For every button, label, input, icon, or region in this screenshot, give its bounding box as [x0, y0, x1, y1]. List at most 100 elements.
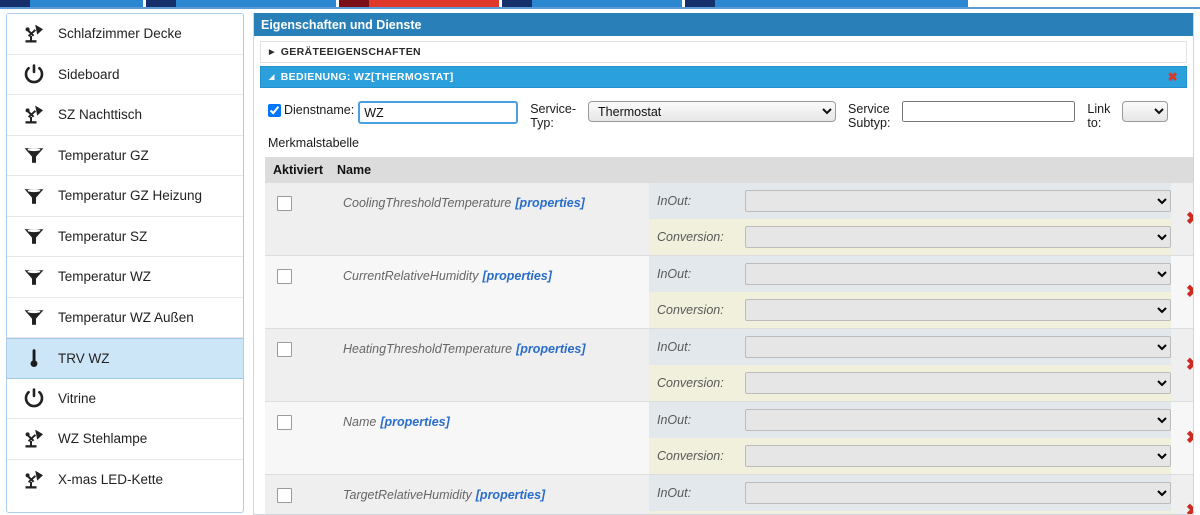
sidebar-item-label: WZ Stehlampe — [58, 431, 148, 447]
close-icon[interactable]: ✖ — [1168, 71, 1178, 83]
row-inout-subrow: InOut: — [649, 183, 1171, 219]
row-enabled-checkbox[interactable] — [277, 342, 292, 357]
service-subtyp-label: Service Subtyp: — [848, 101, 890, 130]
table-row: CurrentRelativeHumidity [properties] InOut… — [265, 256, 1193, 329]
row-delete-icon[interactable]: ✖ — [1171, 329, 1193, 401]
sidebar-item-temperatur-wz[interactable]: Temperatur WZ — [7, 257, 243, 298]
row-properties-link[interactable]: [properties] — [515, 196, 584, 210]
browser-tab-favicon — [339, 0, 369, 7]
device-list-sidebar[interactable]: Schlafzimmer Decke Sideboard SZ Nachttisch… — [6, 13, 244, 513]
row-fields-cell: InOut: Conversion: — [649, 475, 1171, 514]
row-enabled-checkbox[interactable] — [277, 415, 292, 430]
sidebar-item-sz-nachttisch[interactable]: SZ Nachttisch — [7, 95, 243, 136]
service-subtyp-label-line2: Subtyp: — [848, 116, 891, 130]
merkmalstabelle-label: Merkmalstabelle — [268, 136, 360, 150]
sidebar-item-temperatur-wz-au-en[interactable]: Temperatur WZ Außen — [7, 297, 243, 338]
row-delete-icon[interactable]: ✖ — [1171, 402, 1193, 474]
row-conv-select[interactable] — [745, 226, 1171, 248]
row-conv-subrow: Conversion: — [649, 365, 1171, 401]
accordion-service-bedienung[interactable]: ◢ BEDIENUNG: WZ[THERMOSTAT] ✖ — [260, 66, 1187, 88]
power-icon — [19, 384, 49, 412]
row-name-cell: TargetRelativeHumidity [properties] — [337, 475, 649, 514]
sidebar-item-temperatur-gz-heizung[interactable]: Temperatur GZ Heizung — [7, 176, 243, 217]
row-enabled-checkbox[interactable] — [277, 488, 292, 503]
sidebar-item-label: Temperatur SZ — [58, 228, 148, 244]
sidebar-item-trv-wz[interactable]: TRV WZ — [7, 338, 243, 379]
sidebar-item-schlafzimmer-decke[interactable]: Schlafzimmer Decke — [7, 14, 243, 55]
row-conv-subrow: Conversion: — [649, 511, 1171, 514]
row-enabled-cell — [265, 256, 337, 328]
row-enabled-cell — [265, 402, 337, 474]
row-inout-label: InOut: — [657, 194, 692, 208]
browser-tab-0[interactable] — [0, 0, 143, 7]
row-fields-cell: InOut: Conversion: — [649, 256, 1171, 328]
row-inout-select[interactable] — [745, 263, 1171, 285]
row-delete-icon[interactable]: ✖ — [1171, 475, 1193, 514]
sidebar-item-label: SZ Nachttisch — [58, 107, 143, 123]
row-enabled-checkbox[interactable] — [277, 269, 292, 284]
row-name-label: Name — [343, 415, 377, 429]
service-subtyp-input[interactable] — [902, 101, 1076, 122]
sidebar-item-wz-stehlampe[interactable]: WZ Stehlampe — [7, 419, 243, 460]
funnel-icon — [19, 182, 49, 210]
browser-tab-body — [30, 0, 143, 7]
window-top-border — [0, 7, 1200, 9]
browser-tab-favicon — [502, 0, 532, 7]
row-conv-select[interactable] — [745, 445, 1171, 467]
row-enabled-checkbox[interactable] — [277, 196, 292, 211]
row-properties-link[interactable]: [properties] — [482, 269, 551, 283]
browser-tab-4[interactable] — [685, 0, 968, 7]
sidebar-item-sideboard[interactable]: Sideboard — [7, 54, 243, 95]
dienstname-checkbox[interactable] — [268, 104, 281, 117]
sidebar-item-vitrine[interactable]: Vitrine — [7, 378, 243, 419]
browser-tab-favicon — [146, 0, 176, 7]
row-properties-link[interactable]: [properties] — [476, 488, 545, 502]
service-typ-label: Service- Typ: — [530, 101, 576, 130]
row-conv-select[interactable] — [745, 299, 1171, 321]
sidebar-item-label: Vitrine — [58, 390, 97, 406]
row-name-cell: CoolingThresholdTemperature [properties] — [337, 183, 649, 255]
sidebar-item-temperatur-gz[interactable]: Temperatur GZ — [7, 135, 243, 176]
dienstname-input[interactable] — [358, 101, 519, 124]
row-name-label: CoolingThresholdTemperature — [343, 196, 512, 210]
browser-tab-2[interactable] — [339, 0, 499, 7]
browser-tab-body — [176, 0, 336, 7]
funnel-icon — [19, 222, 49, 250]
row-inout-select[interactable] — [745, 409, 1171, 431]
service-form-row: Dienstname: Service- Typ: Thermostat Ser… — [260, 91, 1187, 130]
row-inout-select[interactable] — [745, 336, 1171, 358]
sidebar-item-temperatur-sz[interactable]: Temperatur SZ — [7, 216, 243, 257]
row-inout-select[interactable] — [745, 482, 1171, 504]
table-body: CoolingThresholdTemperature [properties] I… — [265, 183, 1193, 514]
desk-lamp-icon — [19, 466, 49, 494]
row-properties-link[interactable]: [properties] — [380, 415, 449, 429]
row-inout-subrow: InOut: — [649, 475, 1171, 511]
accordion-device-properties[interactable]: ▶ GERÄTEEIGENSCHAFTEN — [260, 41, 1187, 63]
properties-and-services-panel: Eigenschaften und Dienste ▶ GERÄTEEIGENS… — [253, 13, 1194, 515]
desk-lamp-icon — [19, 101, 49, 129]
row-inout-label: InOut: — [657, 340, 692, 354]
sidebar-item-x-mas-led-kette[interactable]: X-mas LED-Kette — [7, 459, 243, 500]
browser-tab-3[interactable] — [502, 0, 682, 7]
link-to-label: Link to: — [1087, 101, 1110, 130]
service-typ-select[interactable]: Thermostat — [588, 101, 837, 122]
funnel-icon — [19, 263, 49, 291]
row-conv-select[interactable] — [745, 372, 1171, 394]
merkmalstabelle: Aktiviert Name CoolingThresholdTemperatu… — [265, 157, 1193, 514]
row-name-cell: HeatingThresholdTemperature [properties] — [337, 329, 649, 401]
row-delete-icon[interactable]: ✖ — [1171, 183, 1193, 255]
panel-body: ▶ GERÄTEEIGENSCHAFTEN ◢ BEDIENUNG: WZ[TH… — [254, 36, 1193, 514]
row-fields-cell: InOut: Conversion: — [649, 183, 1171, 255]
row-properties-link[interactable]: [properties] — [516, 342, 585, 356]
row-conv-subrow: Conversion: — [649, 438, 1171, 474]
link-to-select[interactable] — [1122, 101, 1169, 122]
chevron-down-icon: ◢ — [269, 73, 275, 81]
row-name-cell: CurrentRelativeHumidity [properties] — [337, 256, 649, 328]
row-delete-icon[interactable]: ✖ — [1171, 256, 1193, 328]
row-name-label: HeatingThresholdTemperature — [343, 342, 513, 356]
browser-tab-body — [532, 0, 682, 7]
row-inout-select[interactable] — [745, 190, 1171, 212]
app-root: Schlafzimmer Decke Sideboard SZ Nachttisch… — [0, 0, 1200, 515]
browser-tab-1[interactable] — [146, 0, 336, 7]
row-enabled-cell — [265, 329, 337, 401]
